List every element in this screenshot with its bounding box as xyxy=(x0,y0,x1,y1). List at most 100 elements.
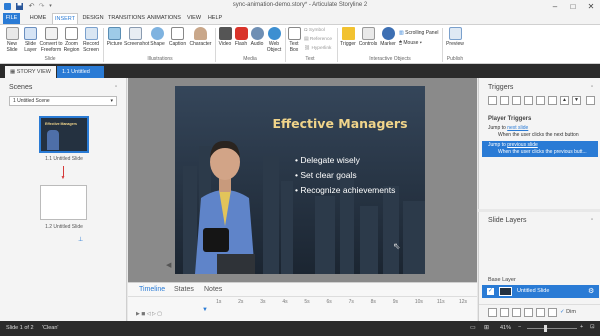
scenes-panel: Scenes ▫ 1 Untitled Scene ▾ Effective Ma… xyxy=(0,78,127,321)
group-label-media: Media xyxy=(243,56,257,62)
preview-button[interactable]: Preview xyxy=(444,26,466,55)
layer-row-base[interactable]: ✓ Untitled Slide ⚙ xyxy=(482,285,599,298)
group-label-illustrations: Illustrations xyxy=(147,56,173,62)
web-object-button[interactable]: Web Object xyxy=(265,26,283,55)
slide-thumbnail-1[interactable]: Effective Managers xyxy=(39,116,89,153)
ribbon-tabs: FILE HOME INSERT DESIGN TRANSITIONS ANIM… xyxy=(0,13,600,24)
shape-button[interactable]: Shape xyxy=(148,26,167,55)
close-icon[interactable]: ✕ xyxy=(582,0,600,13)
marker-icon xyxy=(381,27,395,40)
hyperlink-button[interactable]: ⛓ Hyperlink xyxy=(304,46,331,51)
caption-icon xyxy=(171,27,184,40)
zoom-region-button[interactable]: Zoom Region xyxy=(63,26,80,55)
slide-bullets[interactable]: • Delegate wisely • Set clear goals • Re… xyxy=(295,153,395,198)
slide-canvas[interactable]: Effective Managers • Delegate wisely • S… xyxy=(175,86,425,274)
new-trigger-icon[interactable] xyxy=(488,96,497,105)
text-box-button[interactable]: Text Box xyxy=(287,26,301,55)
duplicate-layer-icon[interactable] xyxy=(500,308,509,317)
zoom-in-icon[interactable]: + xyxy=(580,324,583,330)
previous-slide-icon[interactable]: ◀ xyxy=(166,261,171,269)
record-screen-button[interactable]: Record Screen xyxy=(81,26,101,55)
tab-view[interactable]: VIEW xyxy=(184,13,204,24)
group-separator xyxy=(337,28,338,62)
scrolling-panel-button[interactable]: ▥ Scrolling Panel xyxy=(399,30,438,36)
tab-file[interactable]: FILE xyxy=(3,13,20,24)
tab-home[interactable]: HOME xyxy=(26,13,50,24)
convert-to-freeform-button[interactable]: Convert to Freeform xyxy=(39,26,63,55)
fit-window-icon[interactable]: ⊡ xyxy=(590,324,595,330)
tab-timeline[interactable]: Timeline xyxy=(139,286,165,293)
picture-button[interactable]: Picture xyxy=(105,26,124,55)
paste-trigger-icon[interactable] xyxy=(524,96,533,105)
marker-button[interactable]: Marker xyxy=(379,26,397,55)
tab-design[interactable]: DESIGN xyxy=(80,13,106,24)
screenshot-button[interactable]: Screenshot xyxy=(124,26,149,55)
visibility-checkbox[interactable]: ✓ xyxy=(487,288,494,295)
slide-title[interactable]: Effective Managers xyxy=(265,116,415,131)
delete-trigger-icon[interactable] xyxy=(548,96,557,105)
normal-view-icon[interactable]: ▭ xyxy=(470,324,476,331)
flash-button[interactable]: Flash xyxy=(233,26,249,55)
pin-icon[interactable]: ▫ xyxy=(591,84,593,90)
minimize-icon[interactable]: – xyxy=(546,0,564,13)
dim-toggle[interactable]: ✓ Dim xyxy=(560,309,576,315)
slide-layer-button[interactable]: Slide Layer xyxy=(22,26,39,55)
pin-icon[interactable]: ▫ xyxy=(115,84,117,90)
tab-animations[interactable]: ANIMATIONS xyxy=(146,13,182,24)
timeline-controls[interactable]: ▶ ◼ ◁ ▷ ▢ xyxy=(136,311,196,318)
new-layer-icon[interactable] xyxy=(488,308,497,317)
story-view-icon: ▦ xyxy=(10,69,17,75)
duplicate-trigger-icon[interactable] xyxy=(536,96,545,105)
fit-view-icon[interactable]: ⊞ xyxy=(484,324,489,331)
controls-button[interactable]: Controls xyxy=(357,26,379,55)
gear-icon[interactable]: ⚙ xyxy=(588,285,594,298)
tab-story-view[interactable]: ▦ STORY VIEW xyxy=(5,66,56,78)
scenes-title: Scenes xyxy=(9,84,33,91)
triggers-panel: Triggers ▫ ▲ ▼ Player Triggers Jump to n… xyxy=(478,78,600,209)
tab-help[interactable]: HELP xyxy=(206,13,224,24)
maximize-icon[interactable]: □ xyxy=(564,0,582,13)
pin-icon[interactable]: ▫ xyxy=(591,217,593,223)
slide-layers-title: Slide Layers xyxy=(488,217,527,224)
move-up-icon[interactable]: ▲ xyxy=(560,96,569,105)
move-down-icon[interactable]: ▼ xyxy=(572,96,581,105)
group-label-interactive-objects: Interactive Objects xyxy=(369,56,411,62)
zoom-slider[interactable] xyxy=(527,328,577,329)
slide-thumbnail-2[interactable] xyxy=(40,185,87,220)
audio-button[interactable]: Audio xyxy=(249,26,265,55)
copy-layer-icon[interactable] xyxy=(524,308,533,317)
trigger-link[interactable]: previous slide xyxy=(507,142,538,148)
tab-notes[interactable]: Notes xyxy=(204,286,222,293)
caption-button[interactable]: Caption xyxy=(167,26,188,55)
layer-properties-icon[interactable] xyxy=(512,308,521,317)
paste-layer-icon[interactable] xyxy=(536,308,545,317)
trigger-item[interactable]: Jump to next slide When the user clicks … xyxy=(482,125,598,140)
timeline-ruler[interactable]: 1s 2s 3s 4s 5s 6s 7s 8s 9s 10s 11s 12s xyxy=(202,299,467,309)
symbol-button[interactable]: Ω Symbol xyxy=(304,28,325,33)
group-label-publish: Publish xyxy=(446,56,464,62)
tab-states[interactable]: States xyxy=(174,286,194,293)
base-layer-label: Base Layer xyxy=(488,277,516,283)
delete-layer-icon[interactable] xyxy=(548,308,557,317)
reference-button[interactable]: ▤ Reference xyxy=(304,37,332,42)
tab-insert[interactable]: INSERT xyxy=(52,13,78,24)
character-button[interactable]: Character xyxy=(188,26,213,55)
playhead-icon[interactable]: ▼ xyxy=(202,307,208,313)
tab-current-slide[interactable]: 1.1 Untitled Sli... xyxy=(57,66,104,87)
zoom-out-icon[interactable]: − xyxy=(518,324,521,330)
tab-transitions[interactable]: TRANSITIONS xyxy=(108,13,145,24)
trigger-button[interactable]: Trigger xyxy=(339,26,357,55)
trigger-settings-icon[interactable] xyxy=(586,96,595,105)
ruler-tick-label: 10s xyxy=(414,299,423,305)
edit-trigger-icon[interactable] xyxy=(500,96,509,105)
mouse-button[interactable]: 🖰 Mouse ▾ xyxy=(399,40,422,46)
copy-trigger-icon[interactable] xyxy=(512,96,521,105)
zoom-slider-thumb[interactable] xyxy=(544,325,547,332)
video-button[interactable]: Video xyxy=(217,26,233,55)
window-title: sync-animation-demo.story* - Articulate … xyxy=(232,2,368,8)
trigger-item-selected[interactable]: Jump to previous slide When the user cli… xyxy=(482,141,598,157)
new-slide-button[interactable]: New Slide xyxy=(2,26,22,55)
trigger-link[interactable]: next slide xyxy=(507,125,528,131)
scene-select[interactable]: 1 Untitled Scene ▾ xyxy=(9,96,117,106)
slide-label: 1.1 Untitled Slide xyxy=(45,156,83,162)
